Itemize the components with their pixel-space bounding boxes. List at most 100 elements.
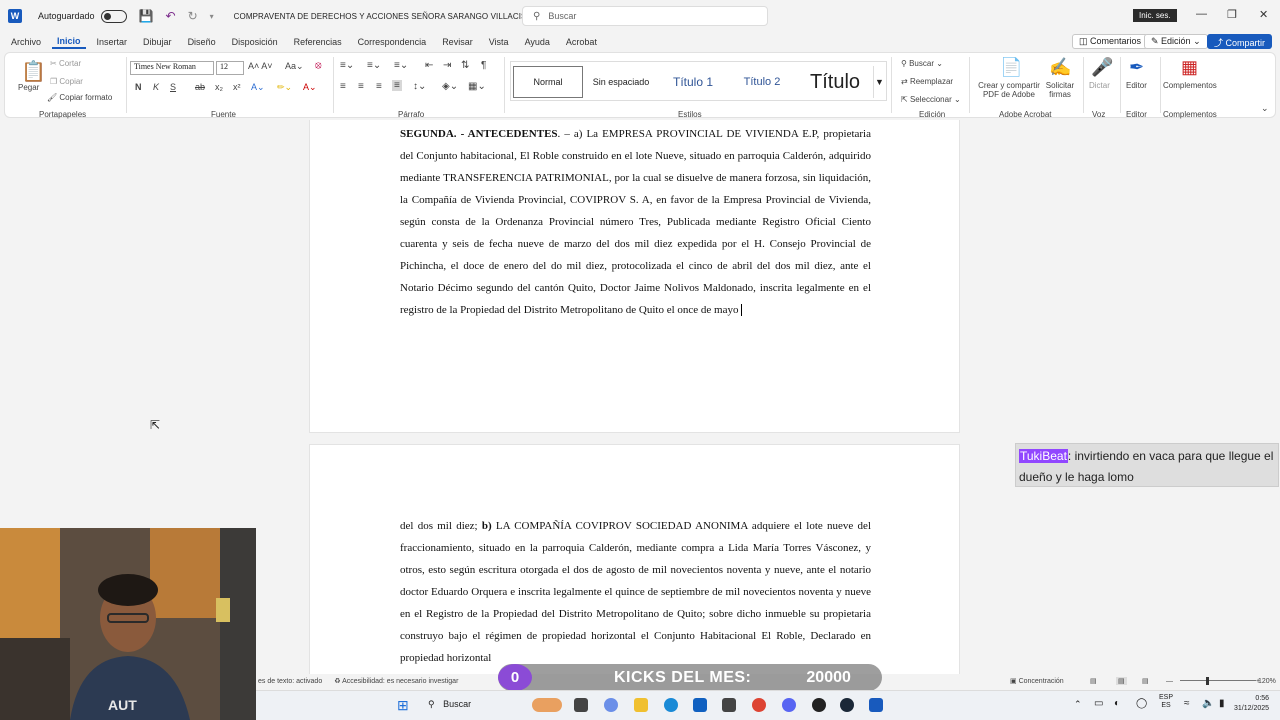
edge-icon[interactable]	[664, 698, 678, 712]
tab-vista[interactable]: Vista	[484, 37, 514, 47]
store-icon[interactable]	[693, 698, 707, 712]
format-painter-button[interactable]: 🖌 Copiar formato	[47, 93, 112, 102]
focus-mode-button[interactable]: ▣ Concentración	[1010, 677, 1064, 685]
language-indicator[interactable]: ESP ES	[1159, 694, 1173, 710]
align-right-icon[interactable]: ≡	[376, 81, 382, 92]
tab-archivo[interactable]: Archivo	[6, 37, 46, 47]
style-normal[interactable]: Normal	[513, 66, 583, 98]
tab-diseno[interactable]: Diseño	[183, 37, 221, 47]
editing-mode-button[interactable]: ✎ Edición ⌄	[1144, 34, 1208, 49]
microphone-icon[interactable]: 🎤	[1091, 57, 1113, 78]
wifi-icon[interactable]: ≈	[1184, 698, 1190, 709]
request-sign-button[interactable]: Solicitar firmas	[1043, 81, 1077, 99]
text-prediction-status[interactable]: es de texto: activado	[258, 678, 322, 685]
font-family-select[interactable]: Times New Roman	[130, 61, 214, 75]
windows-start-icon[interactable]: ⊞	[397, 697, 409, 714]
tray-app-icon[interactable]: ◐	[1114, 698, 1120, 709]
dictate-button[interactable]: Dictar	[1089, 81, 1110, 90]
justify-icon[interactable]: ≡	[392, 80, 402, 91]
word-taskbar-icon[interactable]	[869, 698, 883, 712]
web-layout-icon[interactable]: ▤	[1142, 677, 1149, 685]
paragraph-segunda[interactable]: SEGUNDA. - ANTECEDENTES. – a) La EMPRESA…	[400, 123, 871, 321]
style-heading-1[interactable]: Título 1	[659, 66, 727, 98]
tab-insertar[interactable]: Insertar	[92, 37, 133, 47]
style-no-spacing[interactable]: Sin espaciado	[587, 66, 655, 98]
taskbar-search[interactable]: ⚲ Buscar	[428, 699, 471, 710]
cut-button[interactable]: ✂ Cortar	[50, 59, 81, 68]
clear-format-icon[interactable]: ⦻	[315, 60, 322, 71]
zoom-out-icon[interactable]: —	[1166, 678, 1173, 685]
sort-icon[interactable]: ⇅	[461, 60, 469, 71]
minimize-icon[interactable]: —	[1196, 8, 1207, 20]
title-search-box[interactable]: ⚲ Buscar	[522, 6, 768, 26]
print-layout-icon[interactable]: ▤	[1116, 677, 1127, 685]
tab-referencias[interactable]: Referencias	[289, 37, 347, 47]
tray-overflow-icon[interactable]: ⌃	[1074, 699, 1082, 710]
align-center-icon[interactable]: ≡	[358, 81, 364, 92]
autosave-toggle[interactable]	[100, 9, 127, 23]
tab-disposicion[interactable]: Disposición	[227, 37, 283, 47]
font-color-icon[interactable]: A⌄	[303, 82, 317, 93]
borders-icon[interactable]: ▦⌄	[468, 81, 486, 92]
clock[interactable]: 0:56 31/12/2025	[1234, 694, 1269, 714]
document-title[interactable]: COMPRAVENTA DE DERECHOS Y ACCIONES SEÑOR…	[234, 12, 536, 21]
style-title[interactable]: Título	[799, 66, 871, 98]
increase-indent-icon[interactable]: ⇥	[443, 60, 451, 71]
strikethrough-icon[interactable]: ab	[195, 82, 205, 92]
steam-icon[interactable]	[840, 698, 854, 712]
tab-correspondencia[interactable]: Correspondencia	[353, 37, 432, 47]
accessibility-status[interactable]: ♻ Accesibilidad: es necesario investigar	[334, 677, 458, 685]
editor-icon[interactable]: ✒	[1129, 57, 1144, 78]
document-page[interactable]: del dos mil diez; b) LA COMPAÑÍA COVIPRO…	[309, 444, 960, 674]
align-left-icon[interactable]: ≡	[340, 81, 346, 92]
copilot-icon[interactable]	[604, 698, 618, 712]
document-page[interactable]: SEGUNDA. - ANTECEDENTES. – a) La EMPRESA…	[309, 120, 960, 433]
volume-icon[interactable]: 🔈	[1202, 698, 1214, 709]
multilevel-list-icon[interactable]: ≡⌄	[394, 60, 408, 71]
collapse-ribbon-icon[interactable]: ⌄	[1261, 103, 1269, 114]
bullets-icon[interactable]: ≡⌄	[340, 60, 354, 71]
zoom-slider[interactable]	[1180, 680, 1256, 681]
addins-icon[interactable]: ▦	[1181, 57, 1198, 78]
paragraph-continuation[interactable]: del dos mil diez; b) LA COMPAÑÍA COVIPRO…	[400, 515, 871, 669]
shading-icon[interactable]: ◈⌄	[442, 81, 458, 92]
copy-button[interactable]: ❐ Copiar	[50, 77, 83, 86]
battery-icon[interactable]: ▮	[1219, 698, 1225, 709]
line-spacing-icon[interactable]: ↕⌄	[413, 81, 426, 92]
tray-app-icon[interactable]: ▭	[1094, 698, 1103, 709]
maximize-icon[interactable]: ❐	[1227, 8, 1237, 21]
task-view-icon[interactable]	[574, 698, 588, 712]
undo-icon[interactable]: ↶	[166, 9, 176, 23]
share-button[interactable]: ⤴ Compartir	[1207, 34, 1273, 49]
italic-icon[interactable]: K	[153, 82, 159, 92]
tab-revisar[interactable]: Revisar	[437, 37, 478, 47]
underline-icon[interactable]: S	[170, 82, 176, 92]
save-icon[interactable]: 💾	[139, 9, 154, 23]
highlight-icon[interactable]: ✏⌄	[277, 82, 292, 93]
tab-inicio[interactable]: Inicio	[52, 36, 86, 49]
bold-icon[interactable]: N	[135, 82, 142, 92]
file-explorer-icon[interactable]	[634, 698, 648, 712]
font-size-select[interactable]: 12	[216, 61, 244, 75]
replace-button[interactable]: ⇄ Reemplazar	[901, 77, 953, 86]
style-heading-2[interactable]: Título 2	[731, 66, 793, 98]
grow-font-icon[interactable]: A˄ A˅	[248, 61, 273, 71]
customize-qat-icon[interactable]: ▾	[210, 12, 214, 21]
widgets-icon[interactable]	[532, 698, 562, 712]
zoom-level[interactable]: 120%	[1258, 678, 1276, 685]
subscript-icon[interactable]: x₂	[215, 82, 223, 92]
superscript-icon[interactable]: x²	[233, 82, 241, 92]
close-icon[interactable]: ✕	[1259, 8, 1268, 21]
styles-more-icon[interactable]: ▼	[873, 66, 885, 98]
show-marks-icon[interactable]: ¶	[481, 60, 486, 71]
numbering-icon[interactable]: ≡⌄	[367, 60, 381, 71]
find-button[interactable]: ⚲ Buscar ⌄	[901, 59, 943, 68]
tab-dibujar[interactable]: Dibujar	[138, 37, 177, 47]
app-icon[interactable]	[722, 698, 736, 712]
read-mode-icon[interactable]: ▤	[1090, 677, 1097, 685]
select-button[interactable]: ⇱ Seleccionar ⌄	[901, 95, 961, 104]
chrome-icon[interactable]	[752, 698, 766, 712]
tab-ayuda[interactable]: Ayuda	[520, 37, 555, 47]
tray-app-icon[interactable]: ◯	[1136, 698, 1147, 709]
discord-icon[interactable]	[782, 698, 796, 712]
